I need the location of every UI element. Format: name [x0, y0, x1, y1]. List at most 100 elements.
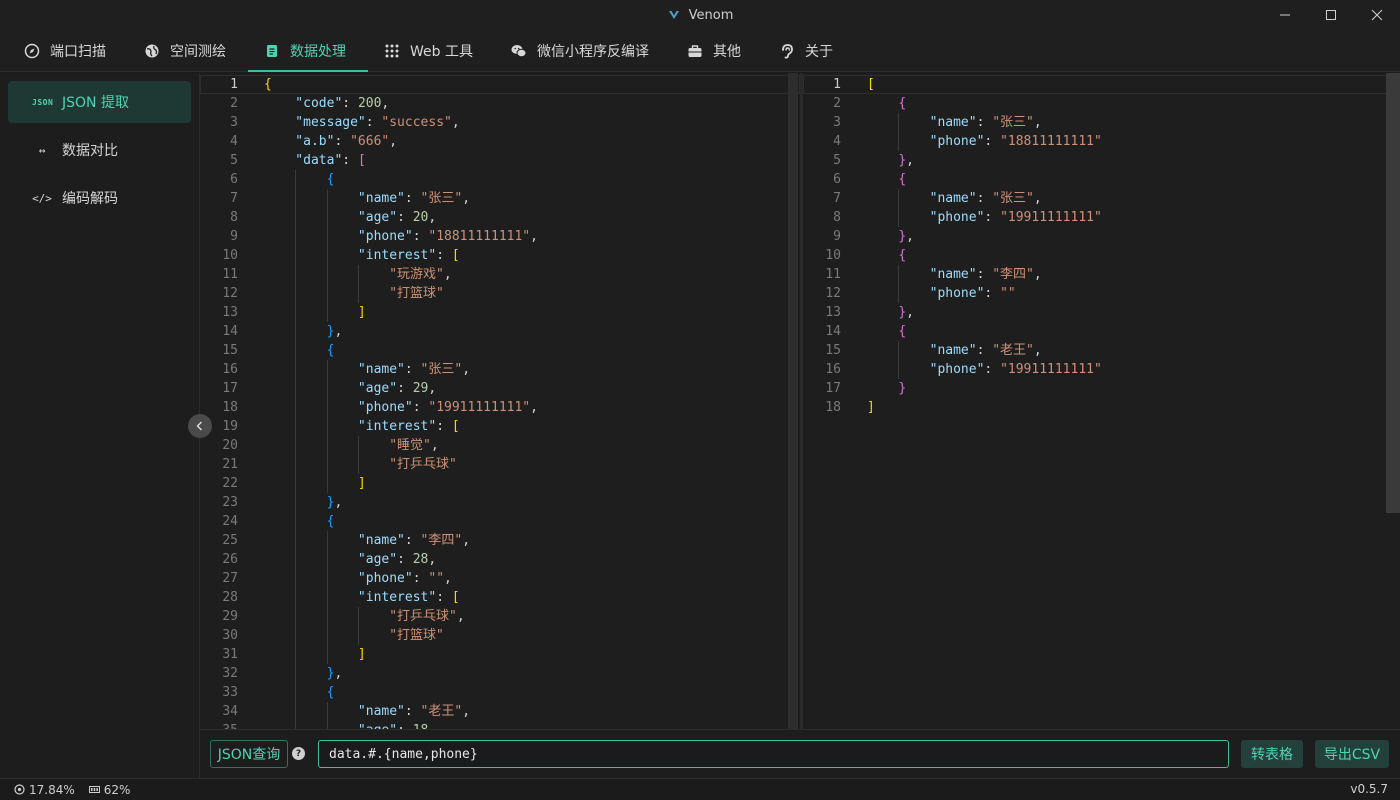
line-number: 14: [825, 324, 841, 339]
code-token: ,: [530, 400, 538, 415]
line-number: 26: [222, 552, 238, 567]
indent-guide: [326, 189, 328, 208]
code-token: "code": [264, 96, 343, 111]
line-number: 33: [222, 685, 238, 700]
code-icon: </>: [32, 191, 52, 205]
code-text: "name": "张三",: [841, 113, 1042, 132]
indent-guide: [295, 512, 297, 531]
sidebar-item-json-extract[interactable]: JSON JSON 提取: [8, 81, 191, 123]
tab-port-scan[interactable]: 端口扫描: [8, 30, 128, 71]
code-line: 17 }: [803, 379, 1400, 398]
export-csv-button[interactable]: 导出CSV: [1315, 740, 1389, 768]
code-token: "phone": [867, 134, 985, 149]
code-text: "phone": "18811111111": [841, 132, 1102, 151]
code-token: "interest": [264, 248, 437, 263]
indent-guide: [326, 455, 328, 474]
line-number: 12: [825, 286, 841, 301]
code-line: 13 ]: [200, 303, 800, 322]
indent-guide: [326, 474, 328, 493]
json-query-label: JSON查询: [210, 740, 288, 768]
code-line: 16 "phone": "19911111111": [803, 360, 1400, 379]
tab-data-processing[interactable]: 数据处理: [248, 30, 368, 72]
scrollbar-thumb[interactable]: [788, 73, 798, 729]
indent-guide: [357, 436, 359, 455]
indent-guide: [295, 493, 297, 512]
code-text: "name": "老王",: [841, 341, 1042, 360]
code-token: "age": [264, 210, 398, 225]
code-line: 21 "打乒乓球": [200, 455, 800, 474]
code-line: 18 "phone": "19911111111",: [200, 398, 800, 417]
line-number: 21: [222, 457, 238, 472]
line-number: 29: [222, 609, 238, 624]
sidebar-item-data-compare[interactable]: ↔ 数据对比: [8, 129, 191, 171]
ear-icon: [782, 43, 793, 58]
input-json-editor[interactable]: 1{2 "code": 200, 3 "message": "success", 4…: [200, 73, 800, 729]
window-title-text: Venom: [688, 7, 734, 23]
code-token: {: [326, 685, 335, 700]
help-icon[interactable]: ?: [292, 747, 305, 760]
code-text: "message": "success",: [238, 113, 459, 132]
window-controls: [1262, 0, 1400, 30]
code-text: {: [238, 341, 334, 360]
code-text: },: [841, 151, 914, 170]
sidebar-item-encode-decode[interactable]: </> 编码解码: [8, 177, 191, 219]
line-number: 6: [833, 172, 841, 187]
to-table-button[interactable]: 转表格: [1241, 740, 1303, 768]
indent-guide: [326, 360, 328, 379]
minimize-button[interactable]: [1262, 0, 1308, 30]
tab-other[interactable]: 其他: [671, 30, 763, 71]
indent-guide: [295, 265, 297, 284]
code-token: "张三": [992, 191, 1034, 206]
code-line: 3 "message": "success",: [200, 113, 800, 132]
code-line: 26 "age": 28,: [200, 550, 800, 569]
venom-logo-icon: [668, 11, 679, 19]
code-token: :: [342, 153, 358, 168]
code-token: "李四": [420, 533, 463, 548]
code-line: 8 "age": 20,: [200, 208, 800, 227]
line-number: 2: [833, 96, 841, 111]
code-token: :: [412, 571, 429, 586]
indent-guide: [295, 170, 297, 189]
editor-scrollbar[interactable]: [786, 73, 800, 729]
indent-guide: [295, 683, 297, 702]
indent-guide: [295, 588, 297, 607]
window-scrollbar-thumb[interactable]: [1386, 73, 1400, 513]
json-query-input[interactable]: [318, 740, 1229, 768]
maximize-button[interactable]: [1308, 0, 1354, 30]
output-json-editor[interactable]: 1[2 {3 "name": "张三", 4 "phone": "18811111…: [803, 73, 1400, 729]
code-token: 20: [412, 210, 429, 225]
code-token: :: [404, 533, 421, 548]
tab-about[interactable]: 关于: [763, 30, 855, 71]
line-number: 13: [222, 305, 238, 320]
code-text: [: [841, 75, 875, 94]
code-token: "phone": [264, 571, 413, 586]
line-number: 23: [222, 495, 238, 510]
code-token: {: [898, 172, 907, 187]
indent-guide: [295, 550, 297, 569]
code-text: ]: [238, 645, 366, 664]
code-line: 24 {: [200, 512, 800, 531]
code-token: :: [976, 267, 993, 282]
line-number: 15: [222, 343, 238, 358]
code-line: 17 "age": 29,: [200, 379, 800, 398]
sidebar-item-label: 数据对比: [62, 143, 118, 159]
indent-guide: [295, 702, 297, 721]
code-text: },: [238, 322, 342, 341]
code-token: [: [357, 153, 366, 168]
code-line: 35 "age": 18,: [200, 721, 800, 729]
line-number: 1: [833, 77, 841, 92]
tab-web-tools[interactable]: Web 工具: [368, 30, 495, 71]
sidebar-collapse-button[interactable]: [188, 414, 212, 438]
close-button[interactable]: [1354, 0, 1400, 30]
code-token: "": [428, 571, 445, 586]
code-token: ,: [462, 191, 471, 206]
indent-guide: [326, 379, 328, 398]
code-text: "name": "张三",: [238, 360, 470, 379]
code-line: 15 {: [200, 341, 800, 360]
code-token: "phone": [264, 229, 413, 244]
line-number: 16: [825, 362, 841, 377]
tab-wechat-decompile[interactable]: 微信小程序反编译: [495, 30, 671, 71]
tab-space-mapping[interactable]: 空间测绘: [128, 30, 248, 71]
code-text: "age": 18,: [238, 721, 436, 729]
